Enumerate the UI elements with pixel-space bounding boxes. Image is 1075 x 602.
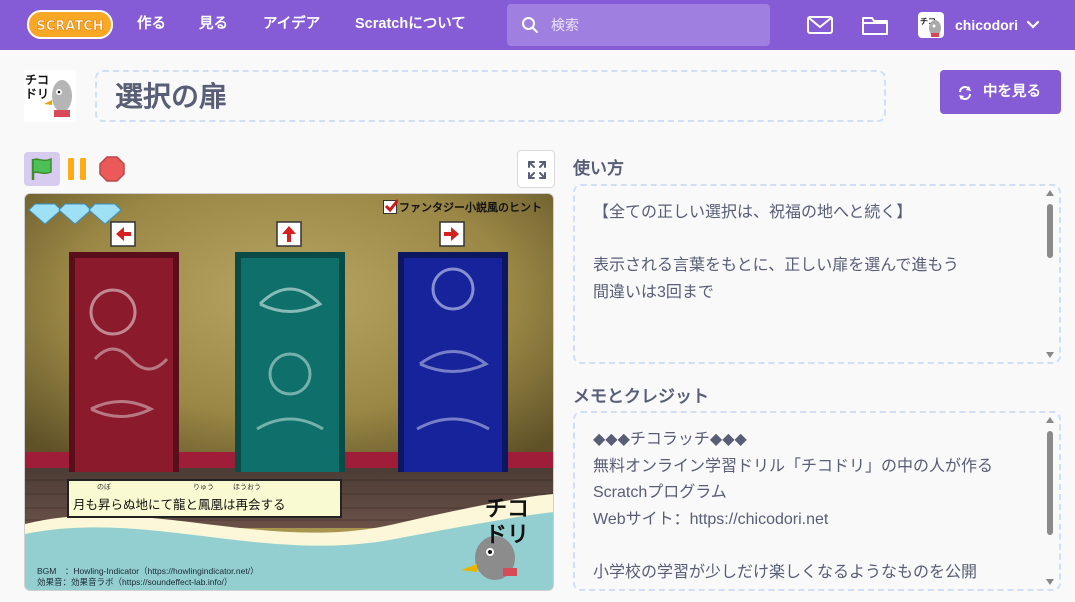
- hint-text-box: のぼ りゅう ほうおう 月も昇らぬ地にて龍と鳳凰は再会する: [67, 479, 342, 518]
- svg-text:SCRATCH: SCRATCH: [36, 19, 103, 34]
- fullscreen-icon: [528, 161, 546, 179]
- see-inside-label: 中を見る: [983, 84, 1041, 100]
- hint-checkbox[interactable]: ファンタジー小説風のヒント: [383, 199, 542, 215]
- door-center: [235, 252, 345, 472]
- instructions-text: 【全ての正しい選択は、祝福の地へと続く】 表示される言葉をもとに、正しい扉を選ん…: [593, 204, 959, 301]
- hint-checkbox-label: ファンタジー小説風のヒント: [399, 202, 542, 214]
- nav-explore[interactable]: 見る: [199, 0, 228, 50]
- project-author-avatar[interactable]: チコ ドリ: [24, 70, 76, 122]
- see-inside-button[interactable]: 中を見る: [940, 70, 1061, 114]
- scratch-logo[interactable]: SCRATCH: [27, 9, 113, 40]
- pause-button[interactable]: [64, 155, 92, 183]
- instructions-heading: 使い方: [573, 159, 624, 178]
- scroll-up-icon[interactable]: [1046, 417, 1054, 423]
- ruby-text: のぼ: [97, 484, 111, 491]
- lives-diamonds: [28, 203, 122, 225]
- checkbox-checked-icon: [383, 199, 398, 214]
- project-title-field[interactable]: 選択の扉: [95, 70, 886, 122]
- door-left: [69, 252, 179, 472]
- stop-button[interactable]: [98, 155, 126, 183]
- search-placeholder: 検索: [551, 17, 579, 33]
- my-stuff-folder-icon[interactable]: [861, 12, 889, 38]
- notes-heading: メモとクレジット: [573, 387, 709, 406]
- notes-scrollbar[interactable]: [1045, 417, 1055, 585]
- hint-text: 月も昇らぬ地にて龍と鳳凰は再会する: [73, 498, 286, 512]
- project-title: 選択の扉: [115, 81, 228, 112]
- ruby-text: ほうおう: [233, 484, 261, 491]
- door-right: [398, 252, 508, 472]
- chevron-down-icon[interactable]: [1025, 18, 1041, 32]
- notes-textarea[interactable]: ◆◆◆チコラッチ◆◆◆ 無料オンライン学習ドリル「チコドリ」の中の人が作るScr…: [573, 411, 1061, 591]
- svg-text:チコ: チコ: [25, 73, 49, 87]
- nav-create[interactable]: 作る: [137, 0, 166, 50]
- arrow-sign-left: [110, 221, 136, 247]
- instructions-textarea[interactable]: 【全ての正しい選択は、祝福の地へと続く】 表示される言葉をもとに、正しい扉を選ん…: [573, 184, 1061, 364]
- remix-arrows-icon: [959, 86, 971, 100]
- fullscreen-button[interactable]: [517, 150, 555, 188]
- ruby-text: りゅう: [193, 484, 214, 491]
- green-flag-button[interactable]: [24, 152, 60, 186]
- chicodori-logo-mark: チコ ドリ: [485, 496, 530, 547]
- credit-se: 効果音：効果音ラボ（https://soundeffect-lab.info/）: [37, 577, 233, 587]
- nav-ideas[interactable]: アイデア: [263, 0, 320, 50]
- arrow-sign-up: [276, 221, 302, 247]
- scrollbar-thumb[interactable]: [1047, 431, 1053, 535]
- user-avatar[interactable]: チコ: [918, 12, 944, 38]
- arrow-sign-right: [439, 221, 465, 247]
- instructions-scrollbar[interactable]: [1045, 190, 1055, 358]
- green-flag-icon: [31, 157, 52, 180]
- scroll-down-icon[interactable]: [1046, 352, 1054, 358]
- stage-scene: [25, 194, 553, 590]
- scroll-up-icon[interactable]: [1046, 190, 1054, 196]
- scrollbar-thumb[interactable]: [1047, 204, 1053, 258]
- nav-about[interactable]: Scratchについて: [355, 0, 466, 50]
- search-icon: [522, 17, 538, 33]
- svg-text:ドリ: ドリ: [25, 87, 49, 101]
- username[interactable]: chicodori: [955, 0, 1018, 50]
- messages-icon[interactable]: [806, 12, 834, 38]
- search-input[interactable]: 検索: [507, 4, 770, 46]
- project-stage[interactable]: ファンタジー小説風のヒント のぼ りゅう ほうおう 月も昇らぬ地にて龍と鳳凰は再…: [24, 193, 554, 591]
- scroll-down-icon[interactable]: [1046, 579, 1054, 585]
- top-navbar: SCRATCH 作る 見る アイデア Scratchについて 検索 チコ chi…: [0, 0, 1075, 50]
- notes-text: ◆◆◆チコラッチ◆◆◆ 無料オンライン学習ドリル「チコドリ」の中の人が作るScr…: [593, 431, 994, 581]
